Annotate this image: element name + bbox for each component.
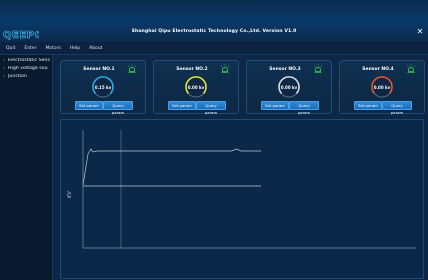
- sensor-card-3: Sensor NO.3 0.00 kv Set param Query param: [246, 60, 332, 115]
- sensor-name: Sensor NO.2: [176, 67, 208, 72]
- tree-item-label: Electrostatic Sens: [8, 58, 50, 63]
- set-param-button[interactable]: Set param: [354, 101, 382, 110]
- sensor-name: Sensor NO.3: [269, 67, 301, 72]
- kv-chart: [82, 130, 416, 249]
- sensor-reading: 0.15 kv: [94, 85, 112, 90]
- kv-chart-panel: KV: [60, 119, 424, 279]
- sensor-name: Sensor NO.1: [83, 67, 115, 72]
- alarm-light-icon: [313, 64, 323, 73]
- menu-about[interactable]: About: [89, 46, 102, 51]
- alarm-light-icon: [127, 64, 137, 73]
- query-param-button[interactable]: Query param: [382, 101, 412, 115]
- set-param-button[interactable]: Set param: [261, 101, 289, 110]
- menu-quit[interactable]: Quit: [6, 46, 15, 51]
- sensor-card-4: Sensor NO.4 0.00 kv Set param Query param: [339, 60, 425, 115]
- set-param-button[interactable]: Set param: [75, 101, 103, 110]
- tree-item-high-voltage-source[interactable]: › High voltage sou: [3, 66, 51, 73]
- upper-series-line: [82, 148, 261, 186]
- sensor-row: Sensor NO.1 0.15 kv Set param Query param S…: [60, 60, 425, 115]
- sensor-reading: 0.00 kv: [280, 85, 298, 90]
- query-param-button[interactable]: Query param: [103, 101, 133, 115]
- tree-item-label: Junction: [8, 74, 27, 79]
- set-param-button[interactable]: Set param: [168, 101, 196, 110]
- y-axis-label: KV: [67, 191, 73, 198]
- menu-help[interactable]: Help: [70, 46, 80, 51]
- menu-enter[interactable]: Enter: [24, 46, 36, 51]
- tree-item-junction[interactable]: › Junction: [3, 74, 51, 81]
- menu-motors[interactable]: Motors: [46, 46, 61, 51]
- sensor-name: Sensor NO.4: [362, 67, 394, 72]
- device-tree: › Electrostatic Sens › High voltage sou › J…: [0, 55, 53, 280]
- close-window-button[interactable]: ✕: [414, 27, 426, 37]
- tree-item-label: High voltage sou: [8, 66, 48, 71]
- window-title: Shanghai Qipu Electrostatic Technology C…: [131, 29, 297, 34]
- query-param-button[interactable]: Query param: [289, 101, 319, 115]
- title-bar: QEEPO Shanghai Qipu Electrostatic Techno…: [0, 0, 428, 43]
- tree-item-electrostatic-sensor[interactable]: › Electrostatic Sens: [3, 58, 51, 65]
- sensor-card-2: Sensor NO.2 0.00 kv Set param Query param: [153, 60, 239, 115]
- sensor-card-1: Sensor NO.1 0.15 kv Set param Query param: [60, 60, 146, 115]
- alarm-light-icon: [406, 64, 416, 73]
- sensor-reading: 0.00 kv: [187, 85, 205, 90]
- sensor-reading: 0.00 kv: [373, 85, 391, 90]
- menu-bar: Quit Enter Motors Help About: [0, 42, 428, 55]
- query-param-button[interactable]: Query param: [196, 101, 226, 115]
- alarm-light-icon: [220, 64, 230, 73]
